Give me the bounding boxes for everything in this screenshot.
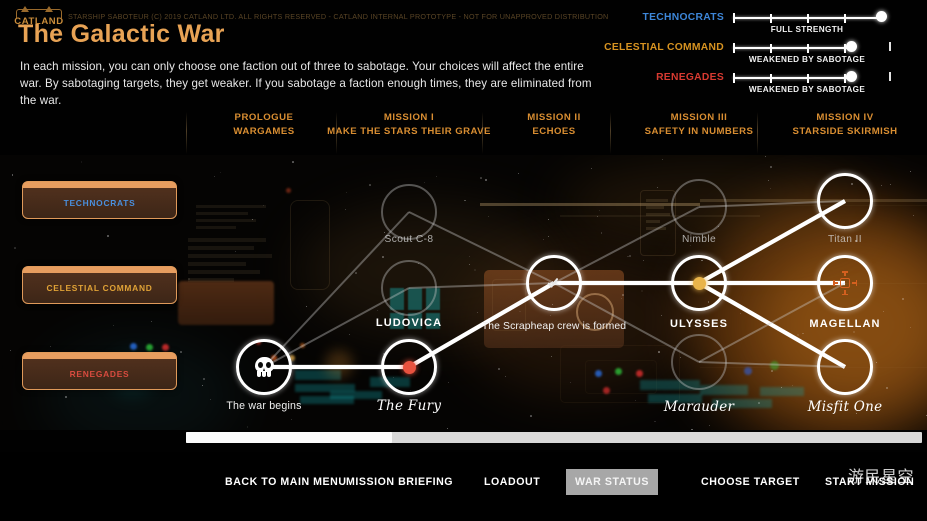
meter-status-label: WEAKENED BY SABOTAGE: [733, 55, 881, 64]
graph-node-nimble[interactable]: [671, 179, 727, 235]
nav-button-choose-target[interactable]: CHOOSE TARGET: [692, 469, 809, 495]
meter-row: RENEGADES WEAKENED BY SABOTAGE: [608, 72, 920, 100]
meter-row: CELESTIAL COMMAND WEAKENED BY SABOTAGE: [608, 42, 920, 70]
meter-start-cap: [733, 13, 735, 23]
meter-start-cap: [733, 73, 735, 83]
graph-node-label-titan-ii: Titan II: [828, 234, 862, 245]
mission-column-divider: [610, 112, 611, 154]
meter-knob: [846, 71, 857, 82]
graph-node-label-scout-c8: Scout C-8: [385, 234, 434, 245]
scrollbar-thumb[interactable]: [186, 432, 392, 443]
graph-node-misfit-one[interactable]: [817, 339, 873, 395]
mission-column-header: MISSION IV STARSIDE SKIRMISH: [735, 112, 927, 137]
graph-node-marauder[interactable]: [671, 334, 727, 390]
meter-knob: [846, 41, 857, 52]
mission-number: MISSION IV: [735, 112, 927, 123]
faction-button-label: TECHNOCRATS: [64, 198, 136, 208]
nav-button-start-mission[interactable]: START MISSION: [816, 469, 923, 495]
graph-node-label-scrapheap: The Scrapheap crew is formed: [479, 320, 629, 334]
page-title: The Galactic War: [18, 20, 225, 49]
meter-fill: [733, 77, 851, 79]
intro-text: In each mission, you can only choose one…: [20, 58, 600, 109]
meter-status-label: WEAKENED BY SABOTAGE: [733, 85, 881, 94]
faction-strength-meters: TECHNOCRATS FULL STRENGTH CELESTIAL COMMAN…: [608, 12, 920, 104]
meter-tick: [770, 74, 772, 83]
meter-track: [733, 46, 881, 50]
mission-column-divider: [186, 112, 187, 154]
nav-button-back-to-main-menu[interactable]: BACK TO MAIN MENU: [216, 469, 356, 495]
meter-tick: [807, 74, 809, 83]
nav-button-mission-briefing[interactable]: MISSION BRIEFING: [337, 469, 462, 495]
crosshair-icon: [833, 271, 857, 295]
header: CATLAND STARSHIP SABOTEUR (C) 2019 CATLA…: [0, 0, 927, 108]
meter-tick: [807, 44, 809, 53]
meter-tick: [770, 44, 772, 53]
mission-column-divider: [482, 112, 483, 154]
graph-node-label-the-fury: The Fury: [377, 398, 442, 414]
graph-node-label-ludovica: LUDOVICA: [376, 317, 442, 329]
meter-tick: [770, 14, 772, 23]
meter-faction-name: TECHNOCRATS: [643, 12, 724, 23]
amber-dot-icon: [693, 277, 706, 290]
graph-node-ludovica[interactable]: [381, 260, 437, 316]
war-graph-panel[interactable]: The war begins Scout C-8 LUDOVICA The Fury T…: [0, 155, 927, 430]
graph-node-titan-ii[interactable]: [817, 173, 873, 229]
graph-node-label-magellan: MAGELLAN: [809, 318, 880, 330]
faction-button-technocrats[interactable]: TECHNOCRATS: [22, 181, 177, 219]
war-status-screen: CATLAND STARSHIP SABOTEUR (C) 2019 CATLA…: [0, 0, 927, 521]
graph-node-the-fury[interactable]: [381, 339, 437, 395]
graph-node-scrapheap[interactable]: [526, 255, 582, 311]
skull-icon: [254, 357, 275, 378]
meter-tick: [844, 14, 846, 23]
check-icon: [546, 275, 563, 292]
mission-name: STARSIDE SKIRMISH: [735, 126, 927, 137]
graph-node-magellan[interactable]: [817, 255, 873, 311]
meter-start-cap: [733, 43, 735, 53]
faction-button-label: RENEGADES: [70, 369, 130, 379]
graph-node-label-ulysses: ULYSSES: [670, 318, 728, 330]
meter-faction-name: CELESTIAL COMMAND: [604, 42, 724, 53]
meter-status-label: FULL STRENGTH: [733, 25, 881, 34]
horizontal-scrollbar[interactable]: [186, 432, 922, 443]
meter-max-tick: [889, 42, 891, 51]
meter-tick: [807, 14, 809, 23]
faction-button-label: CELESTIAL COMMAND: [46, 283, 152, 293]
mission-column-headers: PROLOGUE WARGAMES MISSION I MAKE THE STARS …: [0, 112, 927, 150]
meter-track: [733, 76, 881, 80]
meter-knob: [876, 11, 887, 22]
nav-button-loadout[interactable]: LOADOUT: [475, 469, 549, 495]
meter-max-tick: [889, 72, 891, 81]
graph-node-label-misfit-one: Misfit One: [808, 399, 883, 415]
graph-node-ulysses[interactable]: [671, 255, 727, 311]
bottom-navigation: BACK TO MAIN MENU MISSION BRIEFING LOADOUT…: [0, 452, 927, 521]
meter-row: TECHNOCRATS FULL STRENGTH: [608, 12, 920, 40]
mission-column-divider: [757, 112, 758, 154]
graph-node-label-nimble: Nimble: [682, 234, 716, 245]
graph-node-war-begins[interactable]: [236, 339, 292, 395]
meter-track: [733, 16, 881, 20]
graph-node-label-marauder: Marauder: [664, 399, 735, 415]
mission-column-divider: [336, 112, 337, 154]
meter-faction-name: RENEGADES: [656, 72, 724, 83]
graph-node-label-war-begins: The war begins: [226, 400, 301, 412]
graph-node-scout-c8[interactable]: [381, 184, 437, 240]
meter-fill: [733, 47, 851, 49]
red-dot-icon: [403, 361, 416, 374]
faction-button-renegades[interactable]: RENEGADES: [22, 352, 177, 390]
nav-button-war-status[interactable]: WAR STATUS: [566, 469, 658, 495]
faction-button-celestial-command[interactable]: CELESTIAL COMMAND: [22, 266, 177, 304]
